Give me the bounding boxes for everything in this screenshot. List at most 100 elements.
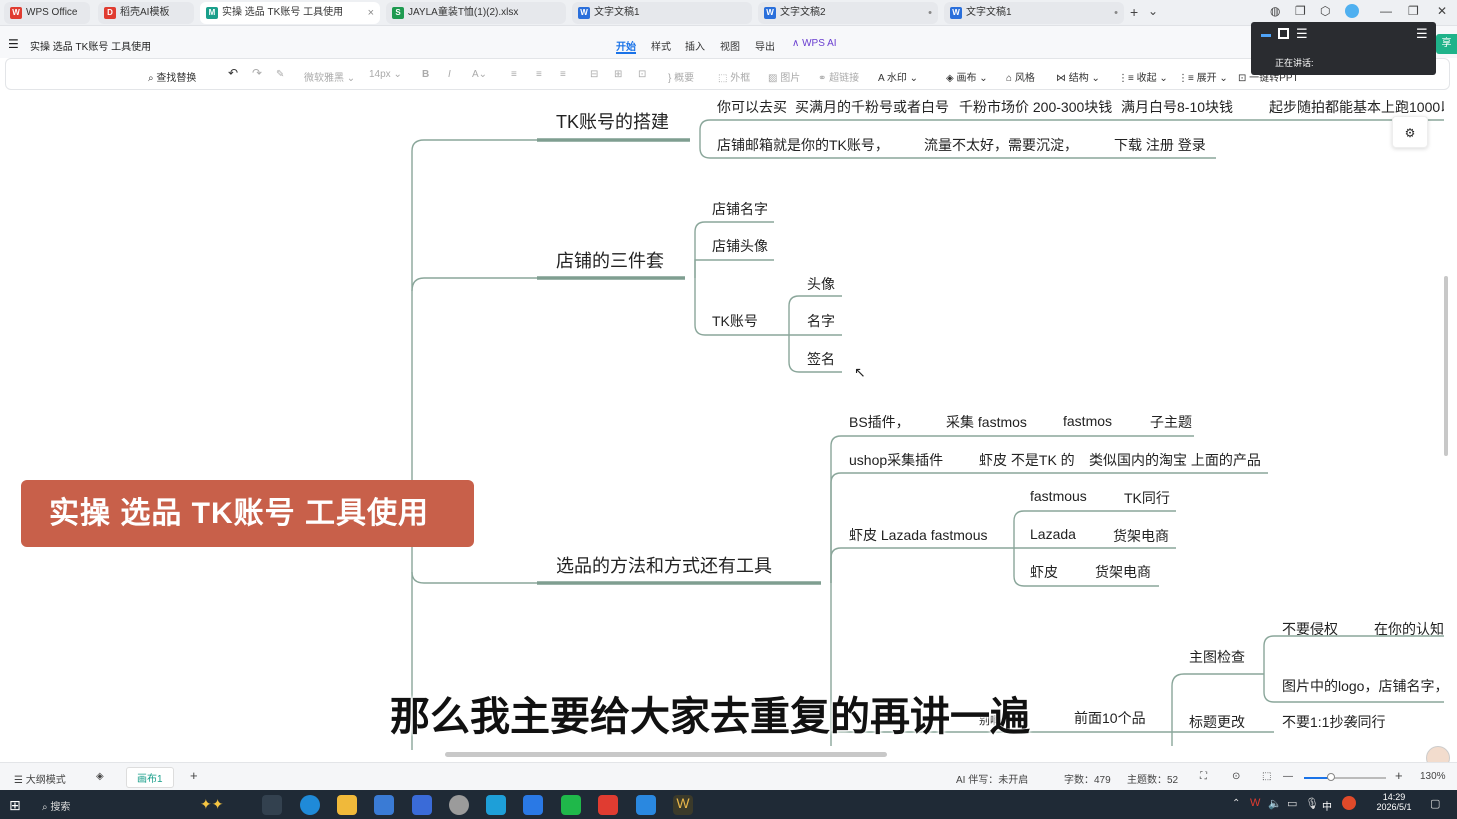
menu-tab-export[interactable]: 导出 bbox=[755, 38, 775, 53]
node-avatar[interactable]: 头像 bbox=[807, 274, 835, 294]
size-select[interactable]: 14px ⌄ bbox=[369, 69, 402, 80]
image-button[interactable]: ▨ 图片 bbox=[768, 69, 800, 84]
node-collect-fastmos[interactable]: 采集 fastmos bbox=[946, 412, 1027, 432]
align-left-icon[interactable]: ≡ bbox=[511, 69, 517, 80]
edge-icon[interactable] bbox=[300, 795, 320, 815]
frame-button[interactable]: ⬚ 外框 bbox=[718, 69, 750, 84]
menu-tab-style[interactable]: 样式 bbox=[651, 38, 671, 53]
summary-button[interactable]: } 概要 bbox=[668, 69, 694, 84]
fit-screen-icon[interactable]: ⛶ bbox=[1200, 771, 1207, 782]
node-email[interactable]: 店铺邮箱就是你的TK账号， bbox=[717, 135, 889, 155]
horizontal-scrollbar[interactable] bbox=[445, 752, 887, 757]
insert-subtopic-icon[interactable]: ⊞ bbox=[614, 69, 622, 80]
avatar-icon[interactable]: ◍ bbox=[1270, 4, 1280, 18]
notification-icon[interactable]: ▢ bbox=[1430, 797, 1440, 810]
outlook-icon[interactable] bbox=[412, 795, 432, 815]
node-tk-peers[interactable]: TK同行 bbox=[1124, 488, 1170, 508]
node-shop-three[interactable]: 店铺的三件套 bbox=[556, 247, 664, 273]
restore-icon[interactable]: ❐ bbox=[1408, 4, 1419, 18]
node-name[interactable]: 名字 bbox=[807, 311, 835, 331]
close-window-icon[interactable]: ✕ bbox=[1437, 4, 1447, 18]
mic-icon[interactable]: 🎙 bbox=[1305, 797, 1319, 810]
font-select[interactable]: 微软雅黑 ⌄ bbox=[304, 69, 355, 84]
node-shop-avatar[interactable]: 店铺头像 bbox=[712, 236, 768, 256]
volume-icon[interactable]: 🔈 bbox=[1268, 797, 1282, 810]
network-icon[interactable]: ▭ bbox=[1287, 797, 1297, 810]
style-button[interactable]: ⌂ 风格 bbox=[1006, 69, 1035, 84]
align-right-icon[interactable]: ≡ bbox=[560, 69, 566, 80]
meeting-app-icon[interactable] bbox=[636, 795, 656, 815]
node-like-taobao[interactable]: 类似国内的淘宝 上面的产品 bbox=[1089, 450, 1261, 470]
format-painter-icon[interactable]: ✎ bbox=[276, 69, 284, 80]
node-signature[interactable]: 签名 bbox=[807, 349, 835, 369]
node-selection-methods[interactable]: 选品的方法和方式还有工具 bbox=[556, 552, 772, 578]
person-app-icon[interactable] bbox=[449, 795, 469, 815]
node-logo-name[interactable]: 图片中的logo，店铺名字， bbox=[1282, 676, 1444, 696]
user-avatar[interactable] bbox=[1345, 4, 1359, 18]
node-title-change[interactable]: 标题更改 bbox=[1189, 712, 1245, 732]
store-icon[interactable] bbox=[374, 795, 394, 815]
zoom-level[interactable]: 130% bbox=[1420, 771, 1446, 782]
chevron-down-icon[interactable]: ⌄ bbox=[1148, 4, 1158, 18]
node-shelf-ecom-2[interactable]: 货架电商 bbox=[1095, 562, 1151, 582]
node-bs-plugin[interactable]: BS插件， bbox=[849, 412, 910, 432]
menu-tab-view[interactable]: 视图 bbox=[720, 38, 740, 53]
node-fastmos[interactable]: fastmos bbox=[1063, 413, 1112, 429]
menu-tab-start[interactable]: 开始 bbox=[616, 38, 636, 53]
tab-daoke-ai[interactable]: D 稻壳AI模板 bbox=[98, 2, 194, 24]
bold-icon[interactable]: B bbox=[422, 69, 429, 80]
wps-taskbar-icon[interactable] bbox=[598, 795, 618, 815]
window-widget-icon[interactable] bbox=[1278, 28, 1289, 39]
undo-icon[interactable]: ↶ bbox=[228, 66, 238, 80]
windows-start-icon[interactable]: ⊞ bbox=[9, 797, 21, 814]
file-explorer-icon[interactable] bbox=[337, 795, 357, 815]
outline-mode-button[interactable]: ☰ 大纲模式 bbox=[14, 771, 66, 786]
node-shop-name[interactable]: 店铺名字 bbox=[712, 199, 768, 219]
taskbar-search[interactable]: ⌕ 搜索 bbox=[42, 798, 70, 813]
node-tk-account[interactable]: TK账号 bbox=[712, 311, 758, 331]
watermark-button[interactable]: A 水印 ⌄ bbox=[878, 69, 918, 84]
new-tab-icon[interactable]: + bbox=[1130, 4, 1138, 20]
fullscreen-icon[interactable]: ⬚ bbox=[1262, 771, 1271, 782]
zoom-slider-handle[interactable] bbox=[1327, 773, 1335, 781]
node-main-image-check[interactable]: 主图检查 bbox=[1189, 647, 1245, 667]
italic-icon[interactable]: I bbox=[448, 69, 451, 80]
node-top-10[interactable]: 前面10个品 bbox=[1074, 708, 1146, 728]
wechat-icon[interactable] bbox=[561, 795, 581, 815]
node-no-infringe[interactable]: 不要侵权 bbox=[1282, 619, 1338, 639]
node-start[interactable]: 起步随拍都能基本上跑1000以 bbox=[1269, 97, 1444, 117]
layers-icon[interactable]: ◈ bbox=[96, 771, 104, 782]
task-view-icon[interactable] bbox=[262, 795, 282, 815]
node-shelf-ecom-1[interactable]: 货架电商 bbox=[1113, 526, 1169, 546]
menu-widget-icon[interactable]: ☰ bbox=[1416, 26, 1428, 42]
node-subtopic[interactable]: 子主题 bbox=[1150, 412, 1192, 432]
tab-wps-office[interactable]: W WPS Office bbox=[4, 2, 90, 24]
node-shopee[interactable]: 虾皮 bbox=[1030, 562, 1058, 582]
feishu-icon[interactable] bbox=[486, 795, 506, 815]
expand-button[interactable]: ⋮≡ 展开 ⌄ bbox=[1178, 69, 1228, 84]
find-replace-button[interactable]: ⌕ 查找替换 bbox=[148, 69, 196, 84]
tab-doc2[interactable]: W 文字文稿2 • bbox=[758, 2, 938, 24]
node-download[interactable]: 下载 注册 登录 bbox=[1114, 135, 1206, 155]
redo-icon[interactable]: ↷ bbox=[252, 66, 262, 80]
sheet-tab[interactable]: 画布1 bbox=[126, 767, 174, 788]
tray-wps-icon[interactable]: W bbox=[1250, 797, 1260, 809]
tab-doc1b[interactable]: W 文字文稿1 • bbox=[944, 2, 1124, 24]
zoom-out-icon[interactable]: — bbox=[1283, 771, 1293, 782]
cube-icon[interactable]: ⬡ bbox=[1320, 4, 1330, 18]
tab-mindmap[interactable]: M 实操 选品 TK账号 工具使用 × bbox=[200, 2, 380, 24]
node-your-cognition[interactable]: 在你的认知 bbox=[1374, 619, 1444, 639]
menu-icon[interactable]: ☰ bbox=[8, 37, 19, 51]
menu-tab-wps-ai[interactable]: ∧ WPS AI bbox=[792, 38, 837, 49]
ime-indicator[interactable]: 中 bbox=[1322, 798, 1332, 813]
font-color-icon[interactable]: A⌄ bbox=[472, 69, 487, 80]
zoom-in-icon[interactable]: + bbox=[1395, 768, 1403, 783]
node-shopee-lazada[interactable]: 虾皮 Lazada fastmous bbox=[849, 525, 988, 545]
canvas-button[interactable]: ◈ 画布 ⌄ bbox=[946, 69, 988, 84]
node-traffic[interactable]: 流量不太好，需要沉淀， bbox=[924, 135, 1078, 155]
close-icon[interactable]: × bbox=[368, 2, 374, 24]
app-w-icon[interactable]: W bbox=[673, 795, 693, 815]
tray-chevron-icon[interactable]: ⌃ bbox=[1232, 798, 1240, 809]
insert-parent-icon[interactable]: ⊡ bbox=[638, 69, 646, 80]
node-shopee-not-tk[interactable]: 虾皮 不是TK 的 bbox=[979, 450, 1075, 470]
